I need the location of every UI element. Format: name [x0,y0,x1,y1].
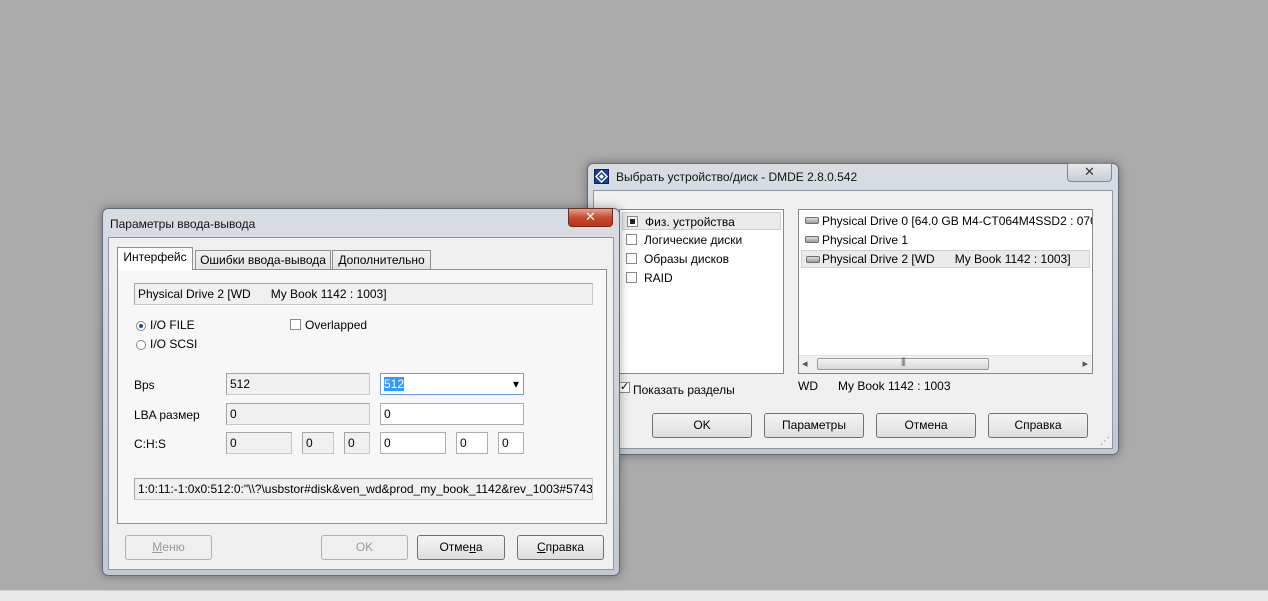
desktop-bottom-strip [0,590,1268,601]
chs-input-s[interactable]: 0 [498,432,524,454]
chs-input-c[interactable]: 0 [380,432,446,454]
category-checkbox[interactable] [626,253,637,264]
interface-tab-panel: Physical Drive 2 [WD My Book 1142 : 1003… [117,269,607,524]
scroll-right-icon[interactable]: ▸ [1082,357,1088,370]
device-item-0[interactable]: Physical Drive 0 [64.0 GB M4-CT064M4SSD2… [801,212,1092,230]
close-icon: ✕ [1084,164,1095,179]
ok-button[interactable]: OK [652,413,752,438]
device-info-text: WD My Book 1142 : 1003 [798,379,951,393]
bps-current-field: 512 [226,373,370,395]
show-partitions-label: Показать разделы [633,383,735,397]
category-item-logical[interactable]: Логические диски [622,231,781,249]
hard-drive-icon [805,236,819,243]
category-checkbox[interactable] [626,272,637,283]
io-params-titlebar[interactable]: Параметры ввода-вывода ✕ [103,208,619,235]
cancel-button[interactable]: Отмена [876,413,976,438]
ok-button[interactable]: OK [321,535,408,560]
help-button[interactable]: Справка [988,413,1088,438]
io-params-close-button[interactable]: ✕ [568,208,613,227]
select-device-client: Физ. устройства Логические диски Образы … [593,190,1113,449]
select-device-title: Выбрать устройство/диск - DMDE 2.8.0.542 [616,170,858,184]
params-button[interactable]: Параметры [764,413,864,438]
chs-input-h[interactable]: 0 [456,432,488,454]
chs-current-s: 0 [344,432,370,454]
device-list-hscrollbar[interactable]: ◂ ||| ▸ [799,355,1092,373]
category-item-images[interactable]: Образы дисков [622,250,781,268]
lba-input[interactable]: 0 [380,403,524,425]
io-file-radio[interactable] [136,321,146,331]
category-list[interactable]: Физ. устройства Логические диски Образы … [619,209,784,374]
device-item-2[interactable]: Physical Drive 2 [WD My Book 1142 : 1003… [801,250,1090,268]
device-path-field[interactable]: 1:0:11:-1:0x0:512:0:"\\?\usbstor#disk&ve… [134,478,593,500]
io-params-title: Параметры ввода-вывода [110,217,256,231]
tab-io-errors[interactable]: Ошибки ввода-вывода [195,250,331,270]
overlapped-label: Overlapped [305,318,368,332]
show-partitions-checkbox[interactable] [619,380,630,393]
io-params-window: Параметры ввода-вывода ✕ Интерфейс Ошибк… [102,208,620,576]
hard-drive-icon [806,256,820,263]
bps-label: Bps [134,378,155,392]
select-device-titlebar[interactable]: Выбрать устройство/диск - DMDE 2.8.0.542… [588,163,1118,190]
lba-current-field: 0 [226,403,370,425]
category-checkbox[interactable] [627,216,638,227]
category-item-raid[interactable]: RAID [622,269,781,287]
hard-drive-icon [805,217,819,224]
scroll-grip-icon: ||| [900,356,906,366]
chevron-down-icon[interactable]: ▾ [513,374,519,394]
close-icon: ✕ [585,209,596,224]
menu-button[interactable]: Меню [125,535,212,560]
category-item-physical[interactable]: Физ. устройства [622,212,781,230]
chs-current-h: 0 [302,432,334,454]
dmde-app-icon [594,169,609,184]
chs-label: C:H:S [134,437,167,451]
device-name-field: Physical Drive 2 [WD My Book 1142 : 1003… [134,283,593,305]
lba-size-label: LBA размер [134,408,200,422]
overlapped-checkbox[interactable] [290,319,301,330]
device-item-1[interactable]: Physical Drive 1 [801,231,1090,249]
tab-interface[interactable]: Интерфейс [117,247,193,270]
bps-select[interactable]: 512 ▾ [380,373,524,395]
scroll-thumb[interactable]: ||| [817,356,989,370]
chs-current-c: 0 [226,432,292,454]
scroll-left-icon[interactable]: ◂ [802,357,808,370]
io-params-client: Интерфейс Ошибки ввода-вывода Дополнител… [108,237,614,570]
help-button[interactable]: Справка [517,535,604,560]
io-scsi-radio[interactable] [136,340,146,350]
resize-grip-icon[interactable]: ⋰ [1100,436,1110,447]
io-file-label: I/O FILE [150,318,195,332]
io-scsi-label: I/O SCSI [150,337,198,351]
select-device-window: Выбрать устройство/диск - DMDE 2.8.0.542… [587,163,1119,455]
cancel-button[interactable]: Отмена [417,535,505,560]
category-checkbox[interactable] [626,234,637,245]
tab-advanced[interactable]: Дополнительно [332,250,431,270]
device-list[interactable]: Physical Drive 0 [64.0 GB M4-CT064M4SSD2… [798,209,1093,374]
select-device-close-button[interactable]: ✕ [1067,163,1112,182]
